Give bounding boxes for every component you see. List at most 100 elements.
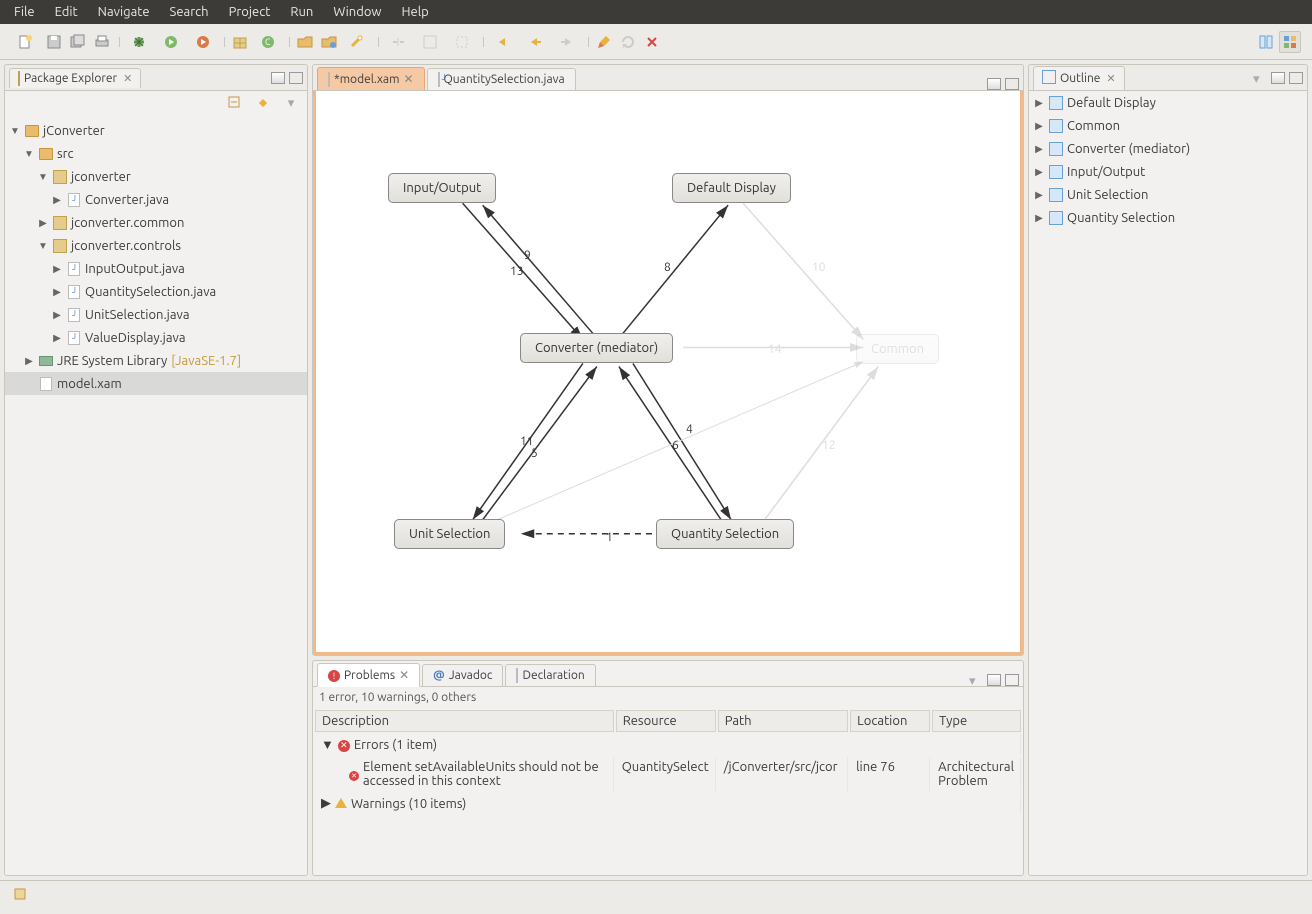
tree-item-jconverter[interactable]: ▼ jconverter <box>5 165 307 188</box>
open-task-button[interactable] <box>318 31 340 53</box>
diagram-node-us[interactable]: Unit Selection <box>394 519 505 549</box>
javadoc-tab[interactable]: @ Javadoc <box>422 664 503 686</box>
menu-file[interactable]: File <box>4 5 45 19</box>
expand-icon[interactable]: ▶ <box>37 217 49 229</box>
forward-button[interactable] <box>552 31 582 53</box>
tree-item-jre-system-library[interactable]: ▶ JRE System Library [JavaSE-1.7] <box>5 349 307 372</box>
view-menu-button[interactable]: ▾ <box>280 92 302 114</box>
tree-item-unitselection-java[interactable]: ▶ UnitSelection.java <box>5 303 307 326</box>
col-path[interactable]: Path <box>718 710 848 732</box>
editor-tab-quantity[interactable]: QuantitySelection.java <box>427 68 576 90</box>
print-button[interactable] <box>91 31 113 53</box>
package-explorer-tree[interactable]: ▼ jConverter ▼ src ▼ jconverter ▶ Conver… <box>5 115 307 875</box>
diagram-node-conv[interactable]: Converter (mediator) <box>520 333 673 363</box>
problems-group-error[interactable]: ▼ ✕ Errors (1 item) <box>321 737 1014 752</box>
menu-edit[interactable]: Edit <box>45 5 88 19</box>
expand-icon[interactable]: ▶ <box>1033 120 1045 132</box>
expand-icon[interactable]: ▶ <box>51 332 63 344</box>
minimize-button[interactable] <box>1271 72 1285 84</box>
tree-item-valuedisplay-java[interactable]: ▶ ValueDisplay.java <box>5 326 307 349</box>
expand-icon[interactable]: ▶ <box>1033 189 1045 201</box>
collapse-all-button[interactable] <box>224 92 246 114</box>
outline-tree[interactable]: ▶Default Display▶Common▶Converter (media… <box>1029 91 1307 875</box>
menu-project[interactable]: Project <box>219 5 281 19</box>
expand-icon[interactable]: ▼ <box>37 240 49 252</box>
expand-icon[interactable]: ▶ <box>23 355 35 367</box>
last-edit-button[interactable] <box>488 31 518 53</box>
outline-item-converter-mediator-[interactable]: ▶Converter (mediator) <box>1029 137 1307 160</box>
col-resource[interactable]: Resource <box>616 710 716 732</box>
expand-icon[interactable]: ▶ <box>51 194 63 206</box>
outline-item-default-display[interactable]: ▶Default Display <box>1029 91 1307 114</box>
col-type[interactable]: Type <box>932 710 1021 732</box>
close-icon[interactable]: ✕ <box>399 668 409 682</box>
maximize-button[interactable] <box>1005 78 1019 90</box>
view-menu-icon[interactable]: ▾ <box>1253 72 1267 84</box>
expand-icon[interactable]: ▼ <box>9 125 21 137</box>
diagram-node-dd[interactable]: Default Display <box>672 173 791 203</box>
minimize-button[interactable] <box>271 72 285 84</box>
package-explorer-tab[interactable]: Package Explorer ✕ <box>9 68 141 88</box>
stop-button[interactable] <box>641 31 663 53</box>
declaration-tab[interactable]: Declaration <box>505 664 595 686</box>
block-selection-button[interactable] <box>447 31 477 53</box>
outline-item-quantity-selection[interactable]: ▶Quantity Selection <box>1029 206 1307 229</box>
expand-icon[interactable]: ▼ <box>321 737 334 752</box>
expand-icon[interactable]: ▶ <box>1033 166 1045 178</box>
status-indicator-icon[interactable] <box>9 883 31 905</box>
open-type-button[interactable] <box>294 31 316 53</box>
maximize-button[interactable] <box>289 72 303 84</box>
pin-button[interactable] <box>593 31 615 53</box>
back-button[interactable] <box>520 31 550 53</box>
maximize-button[interactable] <box>1005 674 1019 686</box>
minimize-button[interactable] <box>987 78 1001 90</box>
col-description[interactable]: Description <box>315 710 614 732</box>
menu-navigate[interactable]: Navigate <box>88 5 160 19</box>
view-menu-icon[interactable]: ▾ <box>969 674 983 686</box>
tree-item-converter-java[interactable]: ▶ Converter.java <box>5 188 307 211</box>
minimize-button[interactable] <box>987 674 1001 686</box>
expand-icon[interactable]: ▶ <box>1033 97 1045 109</box>
expand-icon[interactable]: ▶ <box>51 286 63 298</box>
run-button[interactable] <box>156 31 186 53</box>
expand-icon[interactable]: ▶ <box>51 263 63 275</box>
menu-search[interactable]: Search <box>160 5 219 19</box>
editor-tab-model[interactable]: *model.xam ✕ <box>317 67 425 90</box>
new-package-button[interactable] <box>229 31 251 53</box>
java-perspective-button[interactable] <box>1279 31 1301 53</box>
menu-window[interactable]: Window <box>323 5 391 19</box>
menu-help[interactable]: Help <box>392 5 439 19</box>
close-icon[interactable]: ✕ <box>121 72 132 85</box>
diagram-editor-canvas[interactable]: Input/Output Default Display Converter (me… <box>313 91 1023 655</box>
expand-icon[interactable]: ▶ <box>1033 212 1045 224</box>
expand-icon[interactable]: ▼ <box>37 171 49 183</box>
debug-button[interactable] <box>124 31 154 53</box>
outline-item-common[interactable]: ▶Common <box>1029 114 1307 137</box>
diagram-node-qs[interactable]: Quantity Selection <box>656 519 794 549</box>
expand-icon[interactable]: ▶ <box>51 309 63 321</box>
diagram-node-common[interactable]: Common <box>856 334 939 364</box>
expand-icon[interactable]: ▼ <box>23 148 35 160</box>
expand-icon[interactable]: ▶ <box>1033 143 1045 155</box>
expand-icon[interactable]: ▶ <box>321 796 331 811</box>
problems-group-warn[interactable]: ▶ Warnings (10 items) <box>321 796 1014 811</box>
save-button[interactable] <box>43 31 65 53</box>
tree-item-jconverter[interactable]: ▼ jConverter <box>5 119 307 142</box>
close-icon[interactable]: ✕ <box>1104 72 1115 85</box>
link-editor-button[interactable] <box>252 92 274 114</box>
outline-item-input-output[interactable]: ▶Input/Output <box>1029 160 1307 183</box>
tree-item-jconverter-controls[interactable]: ▼ jconverter.controls <box>5 234 307 257</box>
diagram-node-io[interactable]: Input/Output <box>388 173 496 203</box>
tree-item-jconverter-common[interactable]: ▶ jconverter.common <box>5 211 307 234</box>
col-location[interactable]: Location <box>850 710 930 732</box>
maximize-button[interactable] <box>1289 72 1303 84</box>
close-icon[interactable]: ✕ <box>403 72 413 86</box>
new-button[interactable] <box>11 31 41 53</box>
open-perspective-button[interactable] <box>1255 31 1277 53</box>
tree-item-quantityselection-java[interactable]: ▶ QuantitySelection.java <box>5 280 307 303</box>
problem-row[interactable]: ✕Element setAvailableUnits should not be… <box>315 757 1021 791</box>
tree-item-model-xam[interactable]: model.xam <box>5 372 307 395</box>
search-button[interactable] <box>342 31 372 53</box>
new-class-button[interactable]: C <box>253 31 283 53</box>
external-tools-button[interactable] <box>188 31 218 53</box>
